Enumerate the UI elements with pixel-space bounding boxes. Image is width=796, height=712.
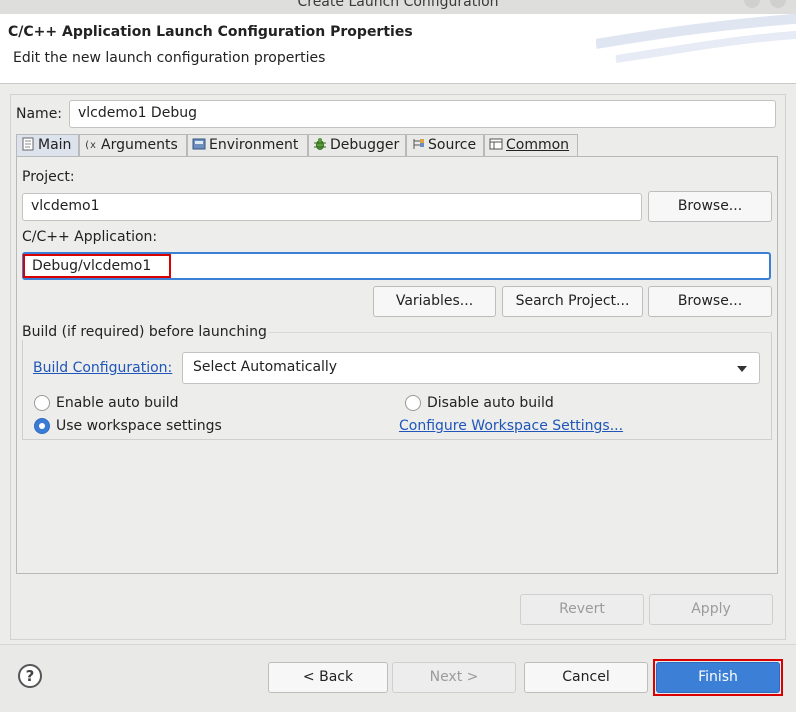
bug-icon	[314, 138, 326, 150]
help-icon[interactable]: ?	[18, 664, 42, 688]
build-configuration-value: Select Automatically	[193, 359, 338, 375]
environment-icon	[192, 138, 206, 150]
disable-auto-build-radio[interactable]	[405, 395, 421, 411]
configure-workspace-settings-link[interactable]: Configure Workspace Settings...	[399, 418, 623, 434]
tab-common-label: Common	[506, 137, 570, 153]
header-banner-graphic	[596, 14, 796, 63]
revert-button[interactable]: Revert	[520, 594, 644, 625]
application-highlight-box	[23, 254, 171, 278]
build-configuration-link[interactable]: Build Configuration:	[33, 360, 172, 376]
tab-common[interactable]: Common	[484, 134, 578, 156]
back-button[interactable]: < Back	[268, 662, 388, 693]
use-workspace-settings-label: Use workspace settings	[56, 418, 222, 434]
tab-environment-label: Environment	[209, 137, 299, 153]
tab-debugger-label: Debugger	[330, 137, 400, 153]
next-button[interactable]: Next >	[392, 662, 516, 693]
window-title: Create Launch Configuration	[297, 0, 499, 10]
build-group-label: Build (if required) before launching	[22, 324, 269, 340]
title-bar: Create Launch Configuration	[0, 0, 796, 14]
arguments-icon: (x)	[84, 140, 98, 151]
disable-auto-build-label: Disable auto build	[427, 395, 554, 411]
header-subtitle: Edit the new launch configuration proper…	[13, 50, 326, 66]
apply-button[interactable]: Apply	[649, 594, 773, 625]
project-field[interactable]: vlcdemo1	[22, 193, 642, 221]
tab-strip: Main (x)Arguments Environment Debugger S…	[16, 134, 778, 156]
svg-text:(x): (x)	[84, 140, 98, 151]
project-label: Project:	[22, 169, 75, 185]
name-label: Name:	[16, 106, 63, 122]
source-icon	[413, 139, 424, 149]
enable-auto-build-label: Enable auto build	[56, 395, 179, 411]
tab-arguments[interactable]: (x)Arguments	[79, 134, 187, 156]
tab-main-label: Main	[38, 137, 72, 153]
tab-source-label: Source	[428, 137, 477, 153]
tab-main[interactable]: Main	[16, 134, 79, 156]
use-workspace-settings-radio[interactable]	[34, 418, 50, 434]
common-icon	[489, 138, 503, 150]
tab-source[interactable]: Source	[406, 134, 484, 156]
name-field[interactable]: vlcdemo1 Debug	[69, 100, 776, 128]
header-title: C/C++ Application Launch Configuration P…	[8, 24, 413, 40]
variables-button[interactable]: Variables...	[373, 286, 496, 317]
application-browse-button[interactable]: Browse...	[648, 286, 772, 317]
tab-environment[interactable]: Environment	[187, 134, 308, 156]
chevron-down-icon	[737, 366, 747, 372]
project-browse-button[interactable]: Browse...	[648, 191, 772, 222]
dialog-header: C/C++ Application Launch Configuration P…	[0, 14, 796, 84]
enable-auto-build-radio[interactable]	[34, 395, 50, 411]
tab-debugger[interactable]: Debugger	[308, 134, 406, 156]
tab-arguments-label: Arguments	[101, 137, 178, 153]
cancel-button[interactable]: Cancel	[524, 662, 648, 693]
page-icon	[22, 137, 34, 151]
search-project-button[interactable]: Search Project...	[502, 286, 643, 317]
application-label: C/C++ Application:	[22, 229, 158, 245]
build-configuration-select[interactable]: Select Automatically	[182, 352, 760, 384]
finish-highlight-box	[653, 659, 783, 696]
